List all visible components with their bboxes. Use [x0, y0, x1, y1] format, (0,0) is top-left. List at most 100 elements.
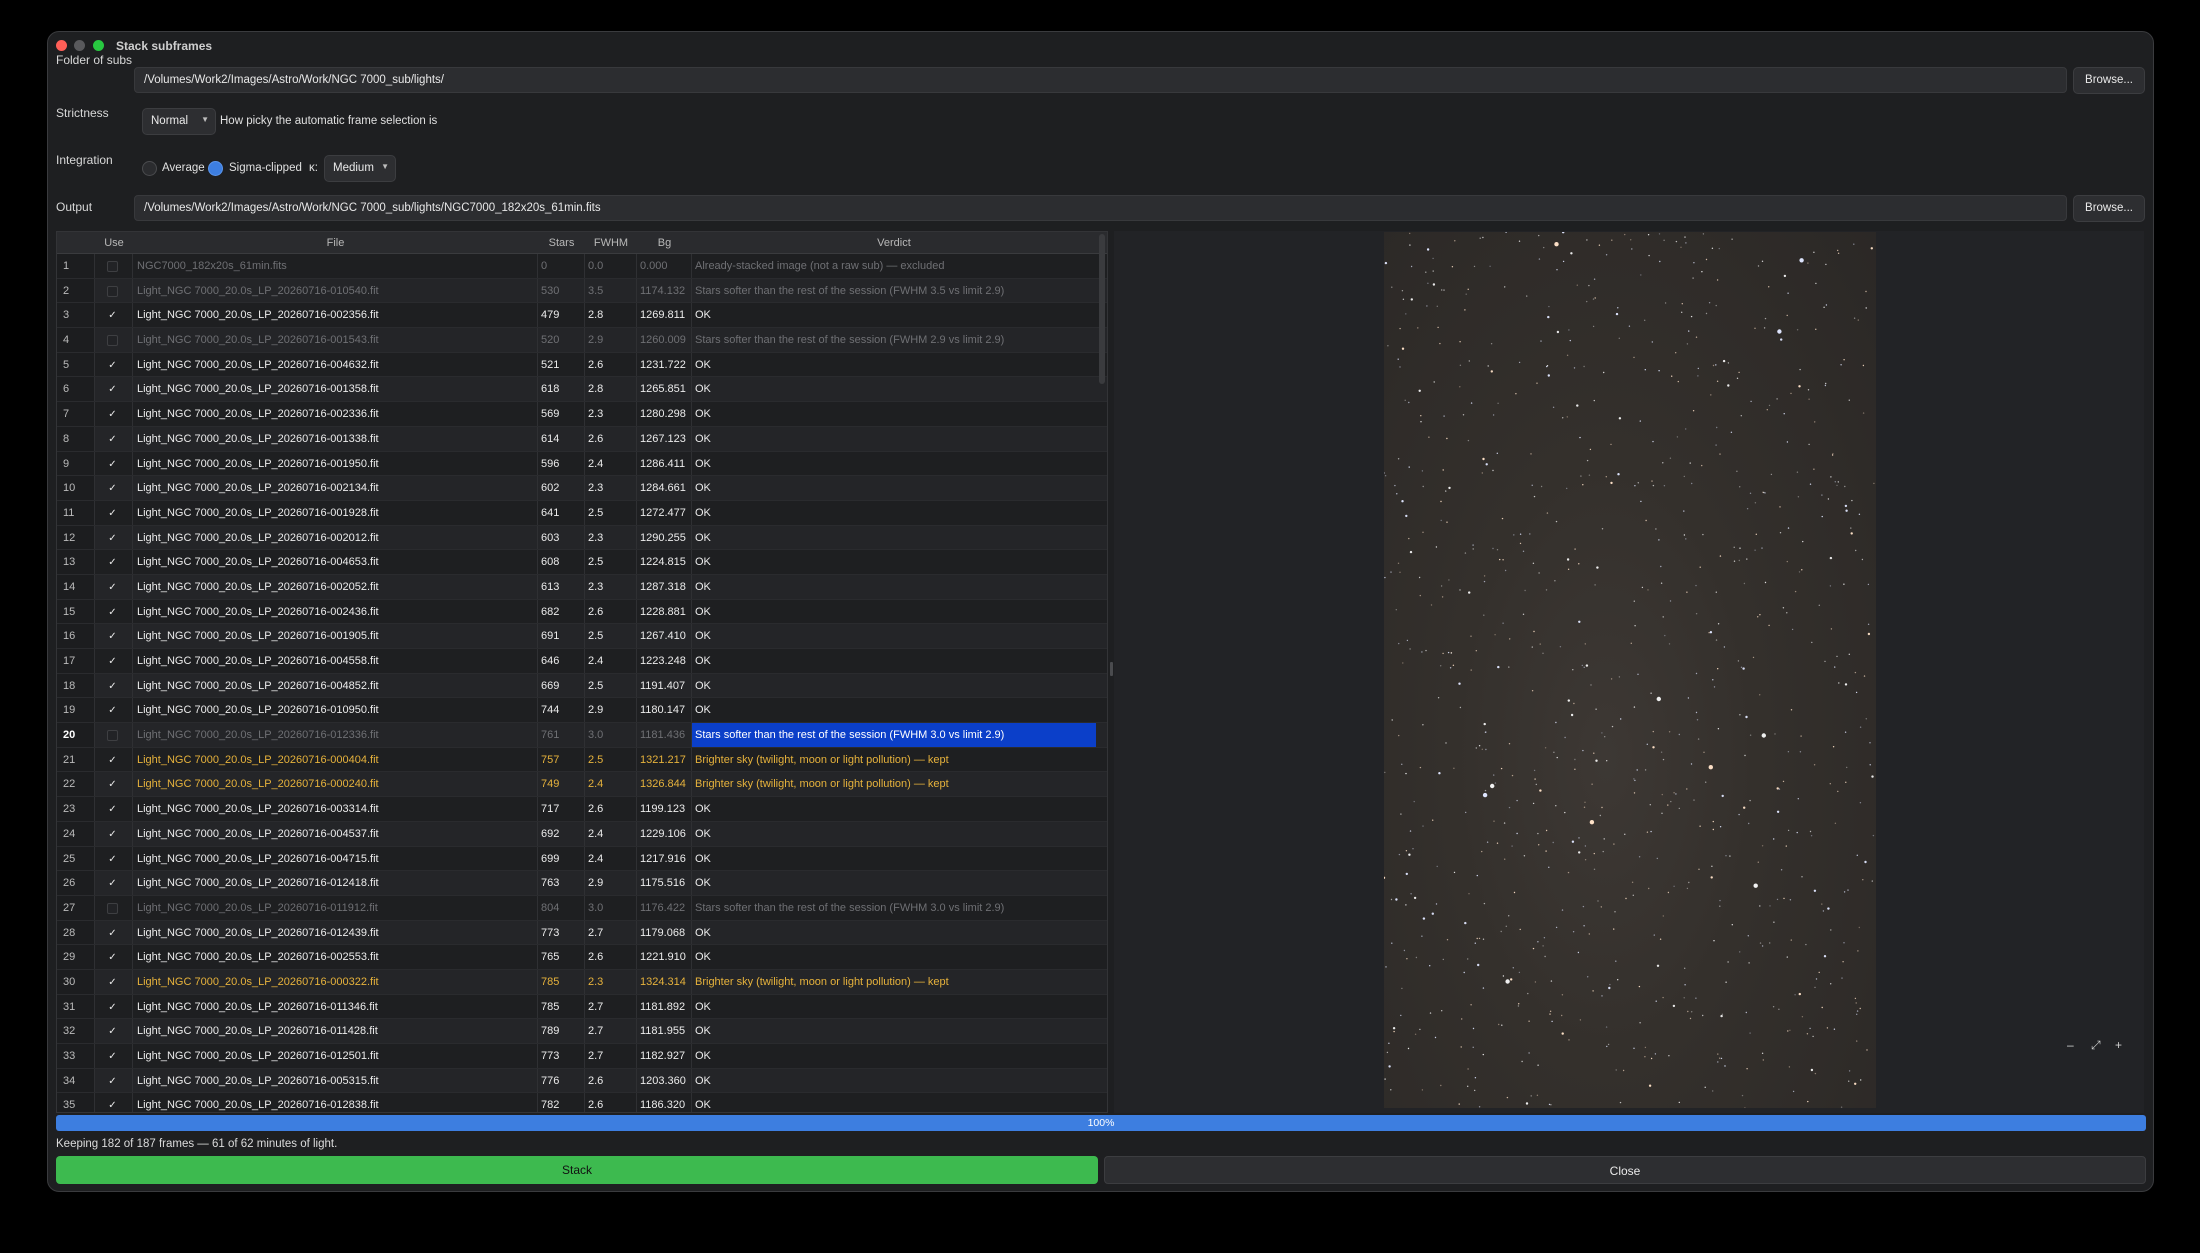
header-fwhm[interactable]: FWHM: [585, 237, 637, 249]
header-stars[interactable]: Stars: [538, 237, 585, 249]
table-row[interactable]: 8 ✓ Light_NGC 7000_20.0s_LP_20260716-00133…: [57, 426, 1107, 452]
table-scrollbar[interactable]: [1099, 234, 1105, 384]
table-row[interactable]: 11 ✓ Light_NGC 7000_20.0s_LP_20260716-0019…: [57, 500, 1107, 526]
use-checkbox[interactable]: ✓: [107, 952, 118, 963]
use-checkbox[interactable]: ✓: [107, 681, 118, 692]
strictness-select[interactable]: Normal ▼: [142, 108, 216, 135]
table-row[interactable]: 28 ✓ Light_NGC 7000_20.0s_LP_20260716-0124…: [57, 920, 1107, 946]
use-checkbox[interactable]: ✓: [107, 977, 118, 988]
folder-input[interactable]: /Volumes/Work2/Images/Astro/Work/NGC 700…: [134, 67, 2067, 93]
table-row[interactable]: 9 ✓ Light_NGC 7000_20.0s_LP_20260716-00195…: [57, 451, 1107, 477]
use-checkbox[interactable]: ✓: [107, 928, 118, 939]
use-checkbox[interactable]: [107, 902, 118, 914]
table-row[interactable]: 2 Light_NGC 7000_20.0s_LP_20260716-010540…: [57, 278, 1107, 304]
use-checkbox[interactable]: ✓: [107, 755, 118, 766]
use-checkbox[interactable]: ✓: [107, 829, 118, 840]
sigma-clipped-radio[interactable]: [208, 161, 223, 176]
use-checkbox[interactable]: ✓: [107, 508, 118, 519]
header-file[interactable]: File: [133, 237, 538, 249]
use-checkbox[interactable]: ✓: [107, 434, 118, 445]
use-checkbox[interactable]: ✓: [107, 1002, 118, 1013]
kappa-select[interactable]: Medium ▼: [324, 155, 396, 182]
use-checkbox[interactable]: [107, 285, 118, 297]
star: [1593, 752, 1595, 754]
table-row[interactable]: 24 ✓ Light_NGC 7000_20.0s_LP_20260716-0045…: [57, 821, 1107, 847]
use-checkbox[interactable]: ✓: [107, 582, 118, 593]
star: [1384, 261, 1388, 265]
close-window-icon[interactable]: [56, 40, 67, 51]
use-checkbox[interactable]: ✓: [107, 310, 118, 321]
zoom-in-button[interactable]: +: [2115, 1038, 2122, 1052]
minimize-window-icon[interactable]: [74, 40, 85, 51]
use-checkbox[interactable]: ✓: [107, 631, 118, 642]
use-checkbox[interactable]: ✓: [107, 1051, 118, 1062]
use-checkbox[interactable]: [107, 730, 118, 742]
use-checkbox[interactable]: ✓: [107, 878, 118, 889]
star: [1439, 342, 1441, 345]
table-row[interactable]: 26 ✓ Light_NGC 7000_20.0s_LP_20260716-0124…: [57, 871, 1107, 896]
use-checkbox[interactable]: ✓: [107, 804, 118, 815]
table-row[interactable]: 10 ✓ Light_NGC 7000_20.0s_LP_20260716-0021…: [57, 476, 1107, 501]
table-row[interactable]: 5 ✓ Light_NGC 7000_20.0s_LP_20260716-00463…: [57, 352, 1107, 378]
table-row[interactable]: 16 ✓ Light_NGC 7000_20.0s_LP_20260716-0019…: [57, 624, 1107, 649]
table-row[interactable]: 34 ✓ Light_NGC 7000_20.0s_LP_20260716-0053…: [57, 1068, 1107, 1094]
header-bg[interactable]: Bg: [637, 237, 692, 249]
table-row[interactable]: 18 ✓ Light_NGC 7000_20.0s_LP_20260716-0048…: [57, 673, 1107, 699]
use-checkbox[interactable]: ✓: [107, 557, 118, 568]
use-checkbox[interactable]: ✓: [107, 459, 118, 470]
table-row[interactable]: 29 ✓ Light_NGC 7000_20.0s_LP_20260716-0025…: [57, 945, 1107, 970]
header-use[interactable]: Use: [95, 237, 133, 249]
fit-view-button[interactable]: ⤢: [2091, 1038, 2101, 1053]
table-row[interactable]: 15 ✓ Light_NGC 7000_20.0s_LP_20260716-0024…: [57, 599, 1107, 625]
frame-preview-image[interactable]: [1384, 232, 1876, 1108]
use-checkbox[interactable]: ✓: [107, 1076, 118, 1087]
use-checkbox[interactable]: ✓: [107, 607, 118, 618]
table-row[interactable]: 12 ✓ Light_NGC 7000_20.0s_LP_20260716-0020…: [57, 525, 1107, 551]
use-checkbox[interactable]: ✓: [107, 705, 118, 716]
zoom-out-button[interactable]: –: [2067, 1038, 2074, 1052]
table-row[interactable]: 21 ✓ Light_NGC 7000_20.0s_LP_20260716-0004…: [57, 747, 1107, 773]
table-row[interactable]: 19 ✓ Light_NGC 7000_20.0s_LP_20260716-0109…: [57, 698, 1107, 724]
maximize-window-icon[interactable]: [93, 40, 104, 51]
split-handle[interactable]: [1110, 662, 1113, 676]
table-row[interactable]: 30 ✓ Light_NGC 7000_20.0s_LP_20260716-0003…: [57, 969, 1107, 995]
table-row[interactable]: 7 ✓ Light_NGC 7000_20.0s_LP_20260716-00233…: [57, 402, 1107, 427]
star: [1431, 912, 1434, 915]
use-checkbox[interactable]: [107, 335, 118, 347]
table-row[interactable]: 17 ✓ Light_NGC 7000_20.0s_LP_20260716-0045…: [57, 649, 1107, 674]
close-button[interactable]: Close: [1104, 1156, 2146, 1184]
table-row[interactable]: 33 ✓ Light_NGC 7000_20.0s_LP_20260716-0125…: [57, 1044, 1107, 1069]
table-row[interactable]: 14 ✓ Light_NGC 7000_20.0s_LP_20260716-0020…: [57, 574, 1107, 600]
table-row[interactable]: 6 ✓ Light_NGC 7000_20.0s_LP_20260716-00135…: [57, 377, 1107, 403]
use-checkbox[interactable]: ✓: [107, 384, 118, 395]
use-checkbox[interactable]: [107, 261, 118, 272]
table-row[interactable]: 13 ✓ Light_NGC 7000_20.0s_LP_20260716-0046…: [57, 550, 1107, 575]
table-row[interactable]: 25 ✓ Light_NGC 7000_20.0s_LP_20260716-0047…: [57, 846, 1107, 872]
use-checkbox[interactable]: ✓: [107, 483, 118, 494]
use-checkbox[interactable]: ✓: [107, 854, 118, 865]
table-row[interactable]: 35 ✓ Light_NGC 7000_20.0s_LP_20260716-0128…: [57, 1093, 1107, 1112]
stack-button[interactable]: Stack: [56, 1156, 1098, 1184]
star: [1744, 1107, 1746, 1108]
table-row[interactable]: 4 Light_NGC 7000_20.0s_LP_20260716-001543…: [57, 328, 1107, 353]
table-row[interactable]: 27 Light_NGC 7000_20.0s_LP_20260716-01191…: [57, 895, 1107, 921]
table-row[interactable]: 22 ✓ Light_NGC 7000_20.0s_LP_20260716-0002…: [57, 772, 1107, 798]
header-verdict[interactable]: Verdict: [692, 237, 1096, 249]
use-checkbox[interactable]: ✓: [107, 1100, 118, 1111]
table-row[interactable]: 20 Light_NGC 7000_20.0s_LP_20260716-01233…: [57, 723, 1107, 748]
use-checkbox[interactable]: ✓: [107, 656, 118, 667]
table-row[interactable]: 3 ✓ Light_NGC 7000_20.0s_LP_20260716-00235…: [57, 303, 1107, 329]
average-radio[interactable]: [142, 161, 157, 176]
table-row[interactable]: 32 ✓ Light_NGC 7000_20.0s_LP_20260716-0114…: [57, 1019, 1107, 1044]
table-row[interactable]: 23 ✓ Light_NGC 7000_20.0s_LP_20260716-0033…: [57, 797, 1107, 822]
output-browse-button[interactable]: Browse...: [2073, 195, 2145, 222]
table-row[interactable]: 31 ✓ Light_NGC 7000_20.0s_LP_20260716-0113…: [57, 994, 1107, 1020]
use-checkbox[interactable]: ✓: [107, 533, 118, 544]
use-checkbox[interactable]: ✓: [107, 1026, 118, 1037]
use-checkbox[interactable]: ✓: [107, 409, 118, 420]
use-checkbox[interactable]: ✓: [107, 360, 118, 371]
output-input[interactable]: /Volumes/Work2/Images/Astro/Work/NGC 700…: [134, 195, 2067, 221]
table-row[interactable]: 1 NGC7000_182x20s_61min.fits 0 0.0 0.000 Alre…: [57, 254, 1107, 279]
folder-browse-button[interactable]: Browse...: [2073, 67, 2145, 94]
use-checkbox[interactable]: ✓: [107, 779, 118, 790]
